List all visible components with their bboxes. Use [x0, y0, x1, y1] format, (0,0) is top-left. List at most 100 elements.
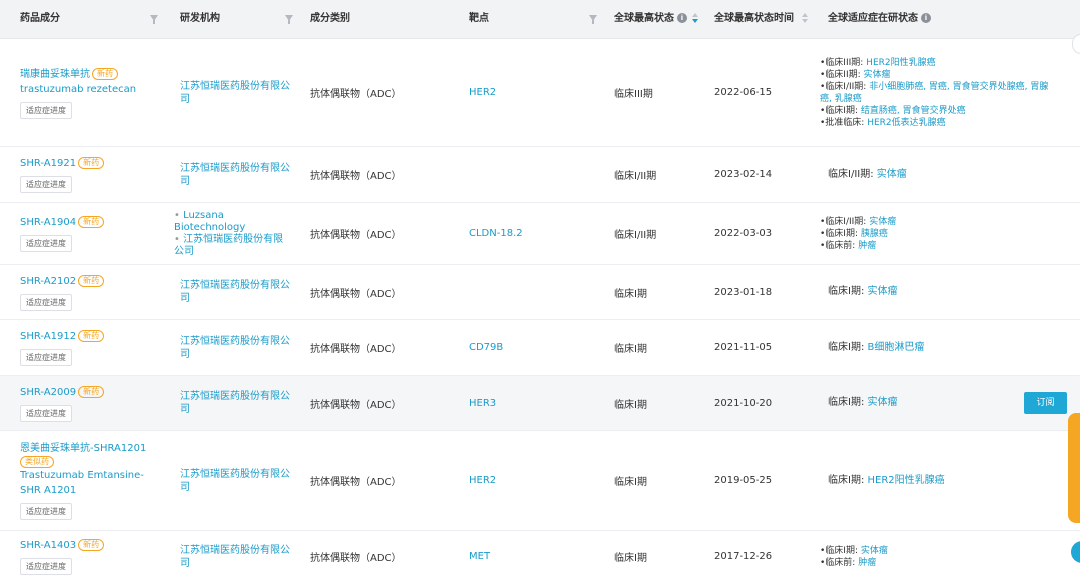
drug-name-link[interactable]: 瑞康曲妥珠单抗 新药	[20, 67, 155, 82]
target-link[interactable]: HER2	[469, 87, 589, 98]
new-drug-badge: 新药	[92, 67, 118, 80]
org-link[interactable]: 江苏恒瑞医药股份有限公司	[174, 234, 284, 258]
phase-text: 临床I/II期	[614, 230, 657, 241]
table-row: 恩美曲妥珠单抗-SHRA1201 类似药 Trastuzumab Emtansi…	[0, 431, 1080, 531]
drug-name-link[interactable]: SHR-A1904 新药	[20, 215, 155, 230]
component-type: 抗体偶联物（ADC）	[310, 288, 402, 300]
table-row: SHR-A1403 新药 适应症进度 江苏恒瑞医药股份有限公司 抗体偶联物（ADC…	[0, 531, 1080, 582]
sort-icon[interactable]	[692, 13, 698, 25]
header-date[interactable]: 全球最高状态时间	[714, 0, 794, 38]
indication-progress-button[interactable]: 适应症进度	[20, 293, 72, 311]
drug-name-link[interactable]: SHR-A1912 新药	[20, 329, 155, 344]
org-link[interactable]: 江苏恒瑞医药股份有限公司	[180, 80, 290, 106]
org-link[interactable]: 江苏恒瑞医药股份有限公司	[180, 544, 290, 570]
table-header: 药品成分 研发机构 成分类别 靶点 全球最高状态 i 全球最高状态时间 全球适应症…	[0, 0, 1080, 39]
drug-english-name[interactable]: Trastuzumab Emtansine-SHR A1201	[20, 468, 155, 498]
component-type: 抗体偶联物（ADC）	[310, 89, 402, 100]
drug-name-link[interactable]: SHR-A2009 新药	[20, 385, 155, 400]
new-drug-badge: 新药	[78, 157, 105, 169]
filter-icon[interactable]	[589, 15, 597, 24]
header-drug[interactable]: 药品成分	[20, 0, 60, 38]
similar-drug-badge: 类似药	[20, 456, 54, 468]
drug-name-link[interactable]: 恩美曲妥珠单抗-SHRA1201	[20, 441, 155, 456]
target-link[interactable]: HER2	[469, 475, 589, 486]
phase-date: 2017-12-26	[714, 551, 773, 562]
phase-text: 临床III期	[614, 89, 653, 100]
component-type: 抗体偶联物（ADC）	[310, 230, 402, 241]
target-link[interactable]: CD79B	[469, 342, 589, 353]
header-org[interactable]: 研发机构	[180, 0, 220, 38]
side-feedback-tab[interactable]	[1068, 413, 1080, 523]
indication-link[interactable]: B细胞淋巴瘤	[868, 342, 925, 353]
phase-text: 临床I期	[614, 344, 647, 355]
indication-progress-button[interactable]: 适应症进度	[20, 235, 72, 252]
new-drug-badge: 新药	[78, 385, 105, 398]
indication-link[interactable]: 癌, 乳腺癌	[820, 94, 862, 104]
indication-link[interactable]: 肿瘤	[858, 241, 876, 251]
table-row: SHR-A2102 新药 适应症进度 江苏恒瑞医药股份有限公司 抗体偶联物（ADC…	[0, 265, 1080, 320]
indication-link[interactable]: 实体瘤	[877, 169, 907, 180]
target-link[interactable]: HER3	[469, 398, 589, 409]
header-phase[interactable]: 全球最高状态 i	[614, 0, 687, 38]
subscribe-button[interactable]: 订阅	[1024, 392, 1067, 414]
indication-link[interactable]: HER2低表达乳腺癌	[867, 118, 945, 128]
org-link[interactable]: Luzsana Biotechnology	[174, 210, 284, 234]
org-link[interactable]: 江苏恒瑞医药股份有限公司	[180, 162, 290, 188]
indication-link[interactable]: 实体瘤	[868, 397, 898, 408]
phase-text: 临床I/II期	[614, 171, 657, 182]
component-type: 抗体偶联物（ADC）	[310, 553, 402, 564]
phase-date: 2022-06-15	[714, 87, 773, 98]
phase-text: 临床I期	[614, 288, 647, 300]
indication-link[interactable]: 实体瘤	[868, 286, 898, 297]
org-link[interactable]: 江苏恒瑞医药股份有限公司	[180, 335, 290, 361]
drug-name-link[interactable]: SHR-A2102 新药	[20, 274, 155, 289]
target-link[interactable]: MET	[469, 551, 589, 562]
org-link[interactable]: 江苏恒瑞医药股份有限公司	[180, 279, 290, 305]
org-link[interactable]: 江苏恒瑞医药股份有限公司	[180, 468, 290, 494]
info-icon[interactable]: i	[677, 13, 687, 23]
component-type: 抗体偶联物（ADC）	[310, 477, 402, 488]
drug-name-link[interactable]: SHR-A1921 新药	[20, 156, 155, 171]
table-row: SHR-A1921 新药 适应症进度 江苏恒瑞医药股份有限公司 抗体偶联物（ADC…	[0, 147, 1080, 203]
header-type[interactable]: 成分类别	[310, 0, 350, 38]
info-icon[interactable]: i	[921, 13, 931, 23]
phase-date: 2022-03-03	[714, 228, 773, 239]
phase-text: 临床I期	[614, 399, 647, 411]
indication-link[interactable]: 实体瘤	[869, 217, 896, 227]
indication-link[interactable]: 非小细胞肺癌, 胃癌, 胃食管交界处腺癌, 胃腺	[869, 82, 1048, 92]
indication-link[interactable]: HER2阳性乳腺癌	[868, 475, 945, 486]
indication-progress-button[interactable]: 适应症进度	[20, 404, 72, 422]
org-link[interactable]: 江苏恒瑞医药股份有限公司	[180, 390, 290, 416]
indication-progress-button[interactable]: 适应症进度	[20, 503, 72, 520]
drug-name-link[interactable]: SHR-A1403 新药	[20, 538, 155, 553]
indication-link[interactable]: 结直肠癌, 胃食管交界处癌	[861, 106, 966, 116]
header-indication[interactable]: 全球适应症在研状态 i	[828, 0, 931, 38]
indication-link[interactable]: 肿瘤	[858, 558, 876, 568]
target-link[interactable]: CLDN-18.2	[469, 228, 589, 239]
new-drug-badge: 新药	[78, 330, 105, 342]
phase-date: 2023-02-14	[714, 169, 773, 180]
indication-progress-button[interactable]: 适应症进度	[20, 176, 72, 193]
indication-link[interactable]: 胰腺癌	[861, 229, 888, 239]
phase-date: 2023-01-18	[714, 286, 773, 298]
drug-english-name[interactable]: trastuzumab rezetecan	[20, 82, 155, 97]
indication-progress-button[interactable]: 适应症进度	[20, 101, 72, 119]
indication-progress-button[interactable]: 适应症进度	[20, 558, 72, 575]
new-drug-badge: 新药	[78, 216, 105, 228]
filter-icon[interactable]	[285, 15, 293, 24]
table-row: SHR-A1904新药 适应症进度 Luzsana Biotechnology …	[0, 203, 1080, 265]
phase-date: 2021-11-05	[714, 342, 773, 353]
table-row: 瑞康曲妥珠单抗 新药 trastuzumab rezetecan 适应症进度 江苏…	[0, 39, 1080, 147]
indication-link[interactable]: 实体瘤	[864, 70, 891, 80]
filter-icon[interactable]	[150, 15, 158, 24]
component-type: 抗体偶联物（ADC）	[310, 171, 402, 182]
sort-icon[interactable]	[802, 13, 808, 25]
component-type: 抗体偶联物（ADC）	[310, 344, 402, 355]
new-drug-badge: 新药	[78, 274, 105, 287]
phase-date: 2019-05-25	[714, 475, 773, 486]
indication-progress-button[interactable]: 适应症进度	[20, 349, 72, 366]
header-target[interactable]: 靶点	[469, 0, 489, 38]
indication-link[interactable]: HER2阳性乳腺癌	[866, 58, 935, 68]
indication-link[interactable]: 实体瘤	[861, 546, 888, 556]
new-drug-badge: 新药	[78, 539, 105, 551]
